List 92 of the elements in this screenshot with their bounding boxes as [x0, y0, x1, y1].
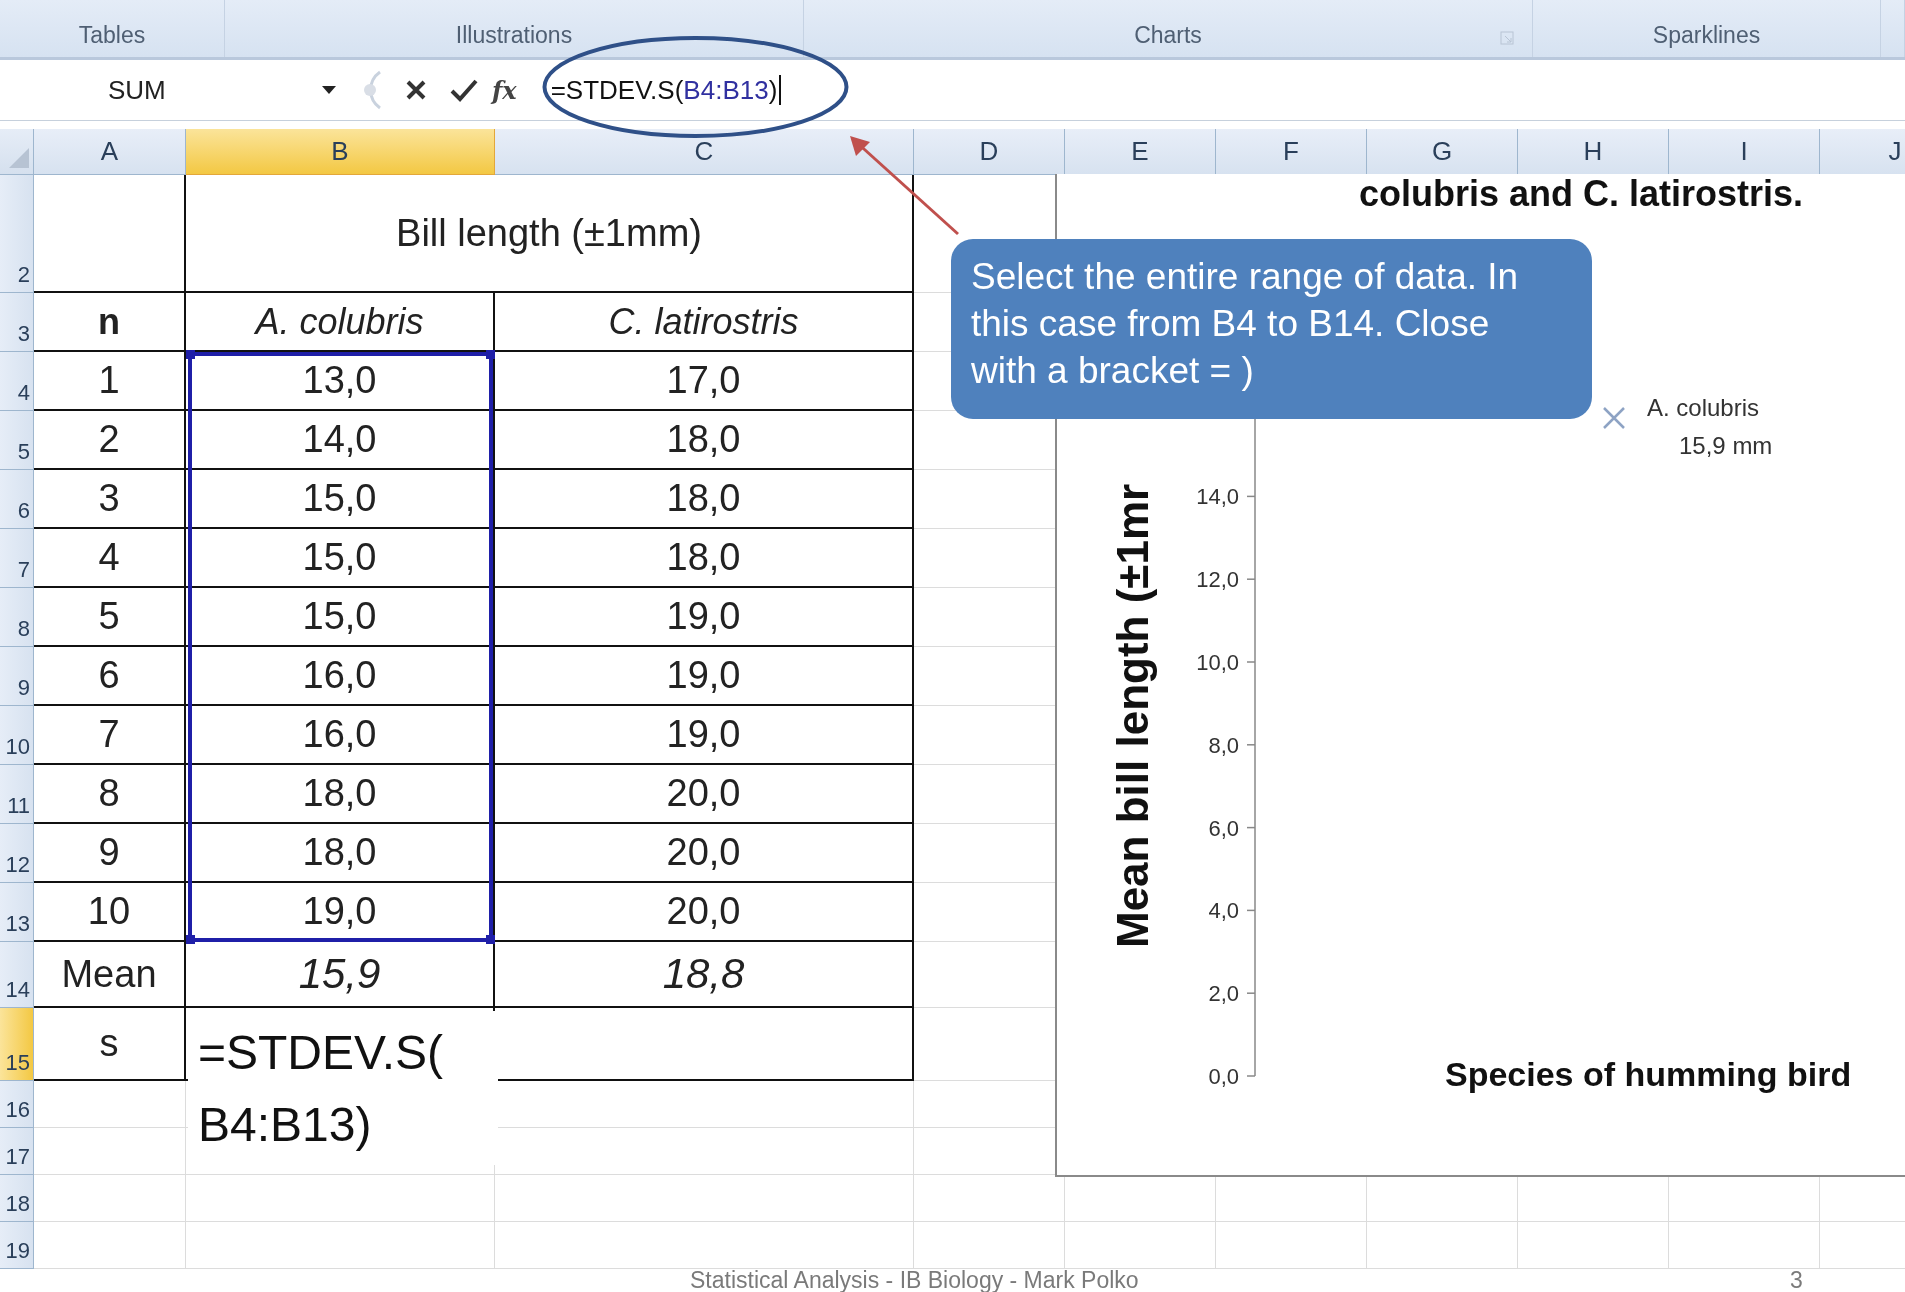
tick-label: 0,0: [1208, 1064, 1239, 1089]
row-header[interactable]: 13: [0, 883, 34, 942]
column-header[interactable]: G: [1367, 129, 1518, 175]
row-header[interactable]: 15: [0, 1008, 34, 1081]
column-heading: C. latirostris: [495, 293, 914, 352]
table-cell: 15,0: [186, 529, 495, 588]
check-icon[interactable]: [450, 78, 478, 102]
name-box[interactable]: SUM: [0, 68, 340, 112]
table-cell: Bill length (±1mm): [186, 175, 914, 293]
tick-label: 8,0: [1208, 732, 1239, 758]
table-cell: 18,0: [495, 470, 914, 529]
table-cell: 20,0: [495, 824, 914, 883]
table-cell: 15,9: [186, 942, 495, 1008]
table-cell: 20,0: [495, 883, 914, 942]
table-cell: 18,0: [186, 765, 495, 824]
ribbon-group-label: Sparklines: [1652, 22, 1761, 49]
table-cell: 16,0: [186, 706, 495, 765]
table-cell: 18,0: [186, 824, 495, 883]
table-cell: 10: [34, 883, 186, 942]
table-cell: 7: [34, 706, 186, 765]
row-header[interactable]: 3: [0, 293, 34, 352]
row-header[interactable]: 6: [0, 470, 34, 529]
row-header[interactable]: 8: [0, 588, 34, 647]
table-cell: 14,0: [186, 411, 495, 470]
tick-label: 12,0: [1196, 567, 1239, 593]
table-cell: 1: [34, 352, 186, 411]
table-cell: 19,0: [495, 588, 914, 647]
table-cell: 5: [34, 588, 186, 647]
column-header[interactable]: B: [186, 129, 495, 175]
tick-label: 2,0: [1208, 981, 1239, 1007]
table-cell: Mean: [34, 942, 186, 1008]
table-cell: 8: [34, 765, 186, 824]
table-cell: 4: [34, 529, 186, 588]
column-header[interactable]: C: [495, 129, 914, 175]
data-label: 15,9 mm: [1679, 432, 1773, 459]
table-cell: 20,0: [495, 765, 914, 824]
table-cell: 18,0: [495, 411, 914, 470]
callout-note: Select the entire range of data. In this case from B4 to B14. Close with a bracket = ): [951, 239, 1592, 419]
table-cell: 9: [34, 824, 186, 883]
column-header[interactable]: J: [1820, 129, 1905, 175]
column-header[interactable]: I: [1669, 129, 1820, 175]
select-all-icon[interactable]: [9, 148, 29, 168]
row-header[interactable]: 16: [0, 1081, 34, 1128]
slide-footer: Statistical Analysis - IB Biology - Mark Polko: [690, 1268, 1139, 1292]
column-header[interactable]: H: [1518, 129, 1669, 175]
table-cell: 2: [34, 411, 186, 470]
tick-label: 14,0: [1196, 484, 1239, 510]
ribbon-group-label: Illustrations: [455, 22, 573, 49]
ribbon-group-label: Tables: [78, 22, 146, 49]
table-cell: 3: [34, 470, 186, 529]
row-header[interactable]: 2: [0, 175, 34, 293]
column-header[interactable]: F: [1216, 129, 1367, 175]
column-header[interactable]: D: [914, 129, 1065, 175]
tick-label: 10,0: [1196, 650, 1239, 675]
row-header[interactable]: 12: [0, 824, 34, 883]
dialog-launcher-icon[interactable]: [1500, 31, 1514, 45]
page-number: 3: [1790, 1268, 1803, 1292]
tick-label: 6,0: [1208, 815, 1239, 841]
column-heading: A. colubris: [186, 293, 495, 352]
row-header[interactable]: 5: [0, 411, 34, 470]
row-header[interactable]: 11: [0, 765, 34, 824]
row-header[interactable]: 17: [0, 1128, 34, 1175]
table-cell: 16,0: [186, 647, 495, 706]
row-header[interactable]: 19: [0, 1222, 34, 1269]
y-axis-title: Mean bill length (±1mr: [1108, 483, 1157, 948]
insert-function-button[interactable]: fx: [492, 75, 517, 105]
table-cell: s: [34, 1008, 186, 1081]
ribbon-group-label: Charts: [1134, 22, 1202, 49]
table-cell: 15,0: [186, 470, 495, 529]
tick-label: 4,0: [1208, 898, 1239, 924]
table-cell: 17,0: [495, 352, 914, 411]
row-header[interactable]: 14: [0, 942, 34, 1008]
row-header[interactable]: 7: [0, 529, 34, 588]
table-cell: 18,0: [495, 529, 914, 588]
data-label: A. colubris: [1647, 394, 1760, 421]
cell-editor[interactable]: =STDEV.S( B4:B13): [188, 1011, 498, 1165]
chart-title: colubris and C. latirostris.: [1359, 174, 1804, 214]
table-cell: 19,0: [495, 647, 914, 706]
table-cell: 15,0: [186, 588, 495, 647]
row-header[interactable]: 4: [0, 352, 34, 411]
x-axis-title: Species of humming bird: [1445, 1055, 1852, 1093]
column-heading: n: [34, 293, 186, 352]
cancel-icon[interactable]: [404, 78, 428, 102]
table-cell: 19,0: [495, 706, 914, 765]
column-header[interactable]: A: [34, 129, 186, 175]
column-header[interactable]: E: [1065, 129, 1216, 175]
table-cell: 18,8: [495, 942, 914, 1008]
caret-icon: [322, 86, 336, 94]
row-header[interactable]: 9: [0, 647, 34, 706]
table-cell: 6: [34, 647, 186, 706]
row-header[interactable]: 18: [0, 1175, 34, 1222]
row-header[interactable]: 10: [0, 706, 34, 765]
